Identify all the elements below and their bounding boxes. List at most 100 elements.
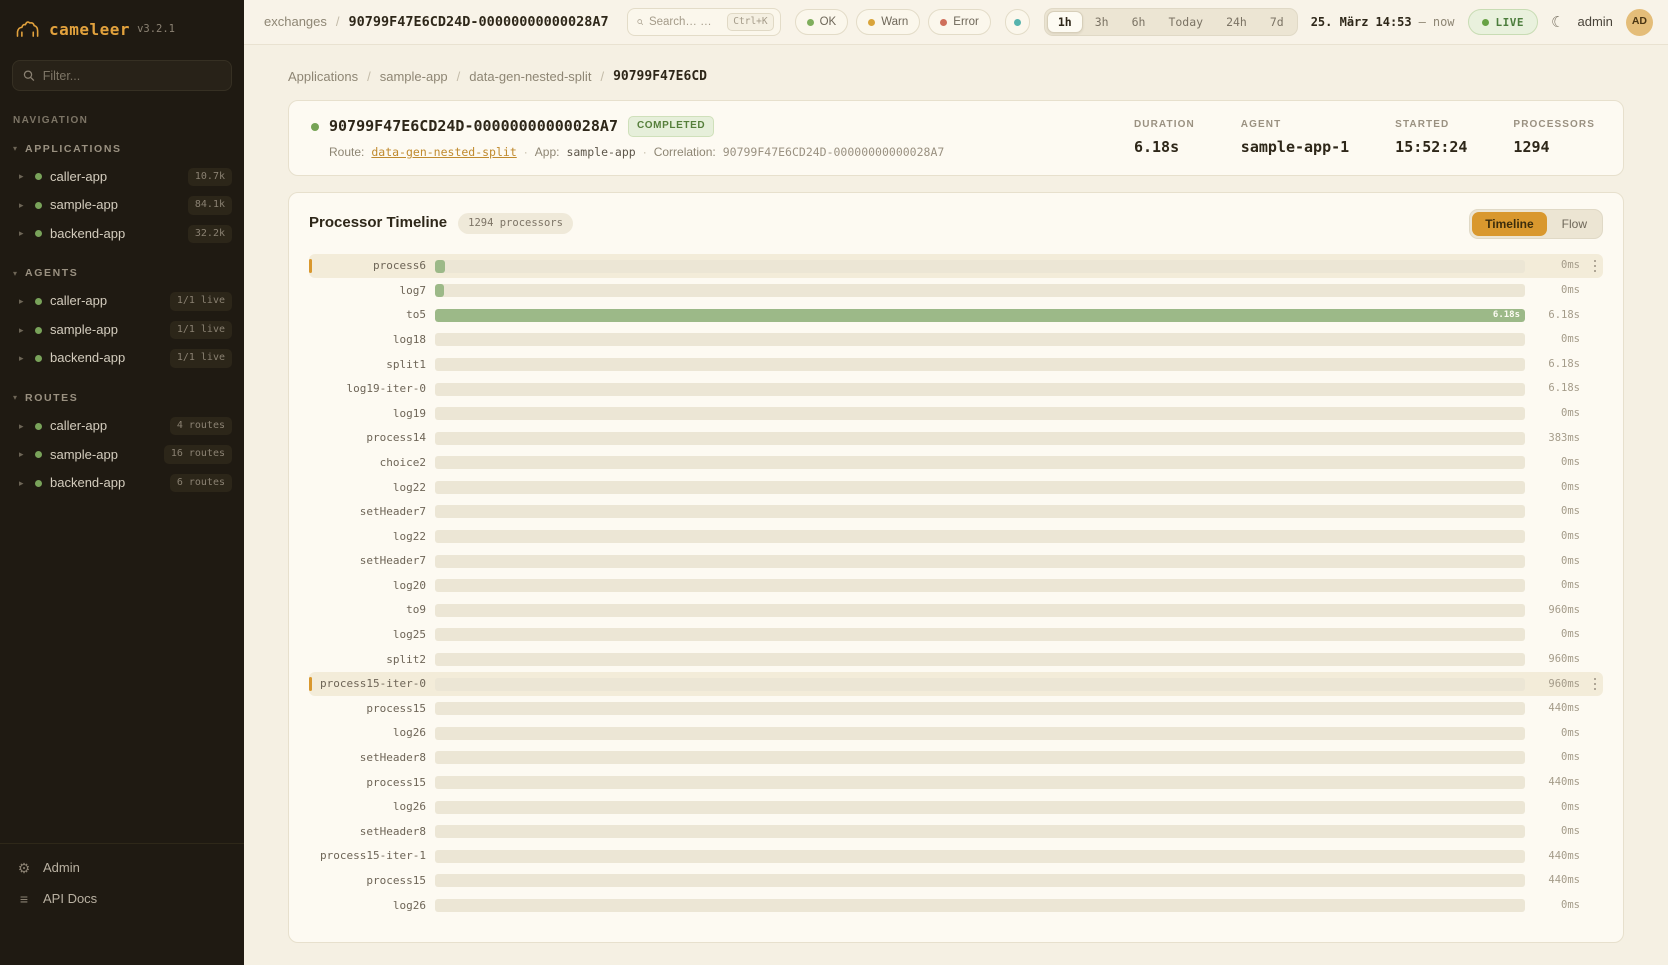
logo[interactable]: cameleer v3.2.1 bbox=[0, 14, 244, 60]
route-link[interactable]: data-gen-nested-split bbox=[371, 145, 516, 159]
row-duration: 0ms bbox=[1534, 801, 1580, 814]
timeline-row[interactable]: split2 960ms bbox=[309, 647, 1603, 672]
filter-chip-label: OK bbox=[820, 16, 837, 28]
view-flow-button[interactable]: Flow bbox=[1549, 212, 1600, 236]
search-icon bbox=[637, 16, 643, 28]
live-badge[interactable]: LIVE bbox=[1468, 9, 1539, 35]
timeline-row[interactable]: log26 0ms bbox=[309, 893, 1603, 918]
row-duration: 0ms bbox=[1534, 456, 1580, 469]
sidebar-section-header[interactable]: ▾ ROUTES bbox=[0, 389, 244, 412]
timeline-row[interactable]: log7 0ms bbox=[309, 278, 1603, 303]
filter-chip-dot bbox=[807, 19, 814, 26]
time-range-today[interactable]: Today bbox=[1157, 11, 1214, 33]
chevron-right-icon: ▸ bbox=[19, 229, 27, 238]
sidebar-nav-item[interactable]: ▸ backend-app 32.2k bbox=[0, 220, 244, 249]
row-menu-icon[interactable] bbox=[1589, 674, 1601, 695]
exchange-stats: DURATION 6.18s AGENT sample-app-1 STARTE… bbox=[1134, 119, 1595, 156]
timeline-row[interactable]: log25 0ms bbox=[309, 623, 1603, 648]
time-range-24h[interactable]: 24h bbox=[1215, 11, 1258, 33]
row-menu-icon[interactable] bbox=[1589, 256, 1601, 277]
sidebar-nav-item[interactable]: ▸ backend-app 1/1 live bbox=[0, 344, 244, 373]
timeline-row[interactable]: choice2 0ms bbox=[309, 451, 1603, 476]
status-dot bbox=[35, 202, 42, 209]
sidebar-nav-item[interactable]: ▸ backend-app 6 routes bbox=[0, 469, 244, 498]
sidebar-section-header[interactable]: ▾ APPLICATIONS bbox=[0, 140, 244, 163]
timeline-track bbox=[435, 579, 1525, 592]
timeline-row[interactable]: process6 0ms bbox=[309, 254, 1603, 279]
timeline-row[interactable]: process14 383ms bbox=[309, 426, 1603, 451]
timeline-title: Processor Timeline bbox=[309, 214, 447, 233]
theme-toggle[interactable]: ☾ bbox=[1551, 15, 1564, 30]
sidebar-nav-item[interactable]: ▸ caller-app 10.7k bbox=[0, 163, 244, 192]
timeline-track bbox=[435, 260, 1525, 273]
processor-name: log22 bbox=[316, 481, 426, 495]
nav-item-badge: 4 routes bbox=[170, 417, 232, 436]
chevron-right-icon: ▸ bbox=[19, 479, 27, 488]
sidebar-section-header[interactable]: ▾ AGENTS bbox=[0, 264, 244, 287]
filter-input[interactable] bbox=[43, 69, 221, 83]
timeline-row[interactable]: setHeader8 0ms bbox=[309, 746, 1603, 771]
filter-chip[interactable]: OK bbox=[795, 9, 849, 35]
search-box[interactable]: Ctrl+K bbox=[627, 8, 781, 36]
timeline-row[interactable]: log26 0ms bbox=[309, 795, 1603, 820]
timeline-row[interactable]: process15-iter-1 440ms bbox=[309, 844, 1603, 869]
timeline-track bbox=[435, 825, 1525, 838]
timeline-row[interactable]: split1 6.18s bbox=[309, 352, 1603, 377]
status-dot bbox=[35, 230, 42, 237]
gear-icon: ⚙ bbox=[16, 861, 32, 875]
sidebar-nav-item[interactable]: ▸ sample-app 1/1 live bbox=[0, 316, 244, 345]
timeline-row[interactable]: log18 0ms bbox=[309, 328, 1603, 353]
time-range-1h[interactable]: 1h bbox=[1047, 11, 1083, 33]
processor-name: log18 bbox=[316, 333, 426, 347]
timeline-row[interactable]: setHeader7 0ms bbox=[309, 500, 1603, 525]
sidebar-filter[interactable] bbox=[12, 60, 232, 91]
timeline-row[interactable]: log20 0ms bbox=[309, 573, 1603, 598]
sidebar-footer-item[interactable]: ⚙ Admin bbox=[16, 860, 228, 876]
timeline-row[interactable]: to9 960ms bbox=[309, 598, 1603, 623]
timeline-row[interactable]: process15 440ms bbox=[309, 770, 1603, 795]
timeline-row[interactable]: log26 0ms bbox=[309, 721, 1603, 746]
sidebar-nav-item[interactable]: ▸ caller-app 4 routes bbox=[0, 412, 244, 441]
breadcrumb-link[interactable]: data-gen-nested-split bbox=[469, 69, 591, 85]
user-name[interactable]: admin bbox=[1578, 14, 1613, 30]
breadcrumb-exchanges[interactable]: exchanges bbox=[264, 14, 327, 30]
time-range-3h[interactable]: 3h bbox=[1084, 11, 1120, 33]
timeline-row[interactable]: to5 6.18s 6.18s bbox=[309, 303, 1603, 328]
extra-filter-chip[interactable] bbox=[1005, 9, 1030, 35]
sidebar-footer-item[interactable]: ≡ API Docs bbox=[16, 891, 228, 907]
sidebar-nav-item[interactable]: ▸ caller-app 1/1 live bbox=[0, 287, 244, 316]
breadcrumb-link[interactable]: sample-app bbox=[380, 69, 448, 85]
breadcrumb-link[interactable]: Applications bbox=[288, 69, 358, 85]
status-dot bbox=[35, 480, 42, 487]
timeline-row[interactable]: log19-iter-0 6.18s bbox=[309, 377, 1603, 402]
row-duration: 6.18s bbox=[1534, 309, 1580, 322]
filter-chip[interactable]: Warn bbox=[856, 9, 920, 35]
sidebar-nav-item[interactable]: ▸ sample-app 84.1k bbox=[0, 191, 244, 220]
row-duration: 440ms bbox=[1534, 874, 1580, 887]
timeline-row[interactable]: setHeader7 0ms bbox=[309, 549, 1603, 574]
brand-name: cameleer bbox=[49, 20, 130, 40]
search-input[interactable] bbox=[649, 16, 721, 28]
timeline-row[interactable]: process15-iter-0 960ms bbox=[309, 672, 1603, 697]
breadcrumb-separator: / bbox=[600, 69, 604, 85]
view-timeline-button[interactable]: Timeline bbox=[1472, 212, 1546, 236]
sidebar-nav-item[interactable]: ▸ sample-app 16 routes bbox=[0, 440, 244, 469]
avatar[interactable]: AD bbox=[1626, 9, 1653, 36]
timeline-row[interactable]: log19 0ms bbox=[309, 401, 1603, 426]
timeline-row[interactable]: process15 440ms bbox=[309, 696, 1603, 721]
time-range-6h[interactable]: 6h bbox=[1121, 11, 1157, 33]
timeline-row[interactable]: setHeader8 0ms bbox=[309, 819, 1603, 844]
timeline-row[interactable]: log22 0ms bbox=[309, 524, 1603, 549]
timeline-row[interactable]: process15 440ms bbox=[309, 869, 1603, 894]
nav-item-badge: 6 routes bbox=[170, 474, 232, 493]
time-range-7d[interactable]: 7d bbox=[1259, 11, 1295, 33]
row-duration: 0ms bbox=[1534, 407, 1580, 420]
sidebar-section: ▾ APPLICATIONS ▸ caller-app 10.7k ▸ samp… bbox=[0, 140, 244, 249]
live-label: LIVE bbox=[1496, 16, 1525, 29]
timeline-track bbox=[435, 505, 1525, 518]
nav-section-title: AGENTS bbox=[25, 267, 78, 280]
processor-name: to5 bbox=[316, 308, 426, 322]
timeline-row[interactable]: log22 0ms bbox=[309, 475, 1603, 500]
filter-chip[interactable]: Error bbox=[928, 9, 991, 35]
row-duration: 0ms bbox=[1534, 481, 1580, 494]
